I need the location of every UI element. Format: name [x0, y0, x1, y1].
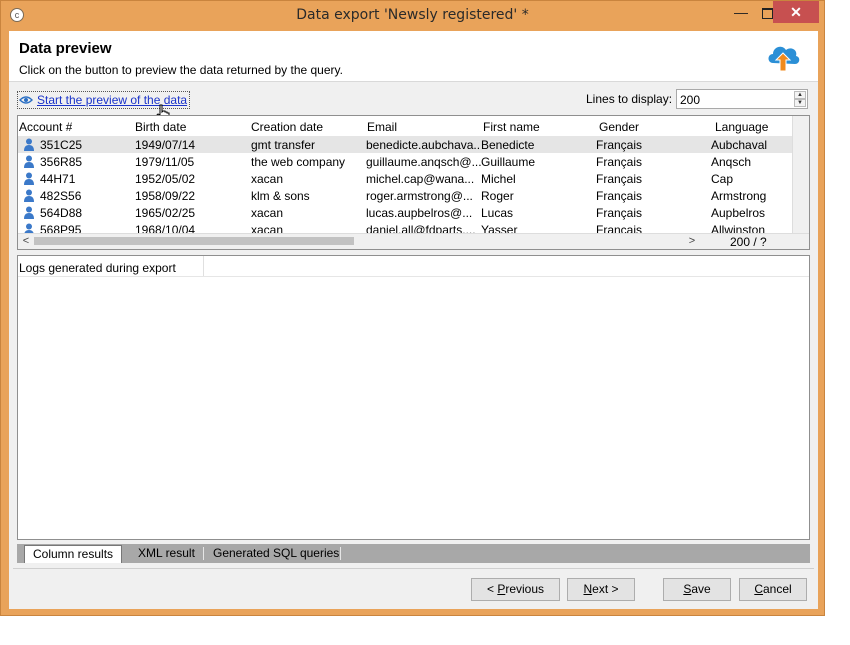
table-row[interactable]: 482S56 1958/09/22 klm & sons roger.armst…: [18, 187, 794, 204]
person-icon: [24, 189, 34, 202]
tab-separator: [203, 547, 204, 560]
next-mnemonic: N: [583, 582, 593, 596]
next-button[interactable]: Next >: [567, 578, 635, 601]
person-icon: [24, 206, 34, 219]
scroll-right-button[interactable]: >: [685, 234, 699, 249]
vertical-scrollbar[interactable]: [792, 116, 809, 234]
results-tab-bar: Column results XML result Generated SQL …: [17, 544, 810, 563]
minimize-button[interactable]: —: [728, 1, 754, 23]
export-logs-panel: Logs generated during export: [17, 255, 810, 540]
cell-birth-date: 1958/09/22: [135, 189, 196, 203]
lines-to-display-spinner[interactable]: 200 ▲ ▼: [676, 89, 808, 109]
cloud-upload-icon: [768, 46, 800, 72]
preview-grid: Account # Birth date Creation date Email…: [17, 115, 810, 250]
logs-header-divider: [203, 256, 204, 276]
maximize-icon: [761, 7, 773, 19]
lines-to-display-value[interactable]: 200: [680, 93, 700, 107]
cell-email: michel.cap@wana...: [366, 172, 475, 186]
window-title: Data export 'Newsly registered' *: [296, 7, 529, 23]
cell-gender: Français: [596, 172, 643, 186]
cancel-button[interactable]: Cancel: [739, 578, 807, 601]
lines-to-display-label: Lines to display:: [586, 92, 673, 106]
cell-email: benedicte.aubchava...: [366, 138, 481, 152]
cell-first-name: Lucas: [481, 206, 514, 220]
cell-first-name: Guillaume: [481, 155, 536, 169]
cell-account: 564D88: [40, 206, 83, 220]
cell-creation-date: klm & sons: [251, 189, 310, 203]
cell-birth-date: 1965/02/25: [135, 206, 196, 220]
page-subtitle: Click on the button to preview the data …: [19, 63, 343, 77]
cell-account: 351C25: [40, 138, 83, 152]
person-icon: [24, 172, 34, 185]
wizard-header: Data preview Click on the button to prev…: [9, 31, 818, 82]
table-row[interactable]: 351C25 1949/07/14 gmt transfer benedicte…: [18, 136, 794, 153]
save-label: ave: [691, 582, 711, 596]
cell-email: roger.armstrong@...: [366, 189, 473, 203]
cancel-label: ancel: [762, 582, 792, 596]
column-header-language[interactable]: Language: [715, 120, 768, 134]
cell-language: Aubchaval: [711, 138, 768, 152]
spin-up-button[interactable]: ▲: [794, 91, 806, 99]
cell-first-name: Michel: [481, 172, 516, 186]
column-header-account[interactable]: Account #: [19, 120, 72, 134]
cell-account: 356R85: [40, 155, 83, 169]
row-count: 200 / ?: [730, 235, 767, 249]
cell-birth-date: 1949/07/14: [135, 138, 196, 152]
cell-account: 482S56: [40, 189, 82, 203]
cell-gender: Français: [596, 138, 643, 152]
column-header-gender[interactable]: Gender: [599, 120, 639, 134]
tab-generated-sql-queries[interactable]: Generated SQL queries: [205, 546, 347, 561]
cell-gender: Français: [596, 206, 643, 220]
title-bar[interactable]: c Data export 'Newsly registered' * — ✕: [1, 1, 824, 31]
scroll-left-button[interactable]: <: [19, 234, 33, 249]
column-header-email[interactable]: Email: [367, 120, 397, 134]
column-header-birth-date[interactable]: Birth date: [135, 120, 186, 134]
next-label: ext >: [592, 582, 619, 596]
cell-creation-date: gmt transfer: [251, 138, 316, 152]
table-row[interactable]: 44H71 1952/05/02 xacan michel.cap@wana..…: [18, 170, 794, 187]
eye-icon: [19, 96, 33, 104]
previous-label: revious: [505, 582, 545, 596]
grid-header: Account # Birth date Creation date Email…: [18, 116, 794, 136]
cell-language: Armstrong: [711, 189, 767, 203]
wizard-client-area: Data preview Click on the button to prev…: [9, 31, 818, 609]
cell-language: Aupbelros: [711, 206, 766, 220]
cell-creation-date: xacan: [251, 172, 284, 186]
cancel-mnemonic: C: [754, 582, 763, 596]
person-icon: [24, 138, 34, 151]
tab-column-results[interactable]: Column results: [24, 545, 123, 563]
save-button[interactable]: Save: [663, 578, 731, 601]
cell-gender: Français: [596, 155, 643, 169]
cell-creation-date: the web company: [251, 155, 346, 169]
cell-email: guillaume.anqsch@...: [366, 155, 481, 169]
previous-button[interactable]: < Previous: [471, 578, 560, 601]
cell-email: lucas.aupbelros@...: [366, 206, 473, 220]
tab-separator: [340, 547, 341, 560]
cell-gender: Français: [596, 189, 643, 203]
cell-language: Cap: [711, 172, 734, 186]
table-row[interactable]: 564D88 1965/02/25 xacan lucas.aupbelros@…: [18, 204, 794, 221]
export-window: c Data export 'Newsly registered' * — ✕ …: [0, 0, 825, 616]
close-button[interactable]: ✕: [773, 1, 819, 23]
cell-creation-date: xacan: [251, 206, 284, 220]
column-header-creation-date[interactable]: Creation date: [251, 120, 323, 134]
cell-birth-date: 1979/11/05: [135, 155, 195, 169]
horizontal-scrollbar[interactable]: < > 200 / ?: [18, 233, 809, 249]
logs-title: Logs generated during export: [19, 261, 176, 275]
cell-language: Anqsch: [711, 155, 752, 169]
cell-first-name: Roger: [481, 189, 514, 203]
table-row[interactable]: 356R85 1979/11/05 the web company guilla…: [18, 153, 794, 170]
column-header-first-name[interactable]: First name: [483, 120, 540, 134]
cell-first-name: Benedicte: [481, 138, 535, 152]
cell-account: 44H71: [40, 172, 76, 186]
tab-xml-result[interactable]: XML result: [130, 546, 203, 561]
horizontal-scroll-thumb[interactable]: [34, 237, 354, 245]
page-title: Data preview: [19, 40, 112, 57]
cell-birth-date: 1952/05/02: [135, 172, 196, 186]
person-icon: [24, 155, 34, 168]
footer-divider: [13, 568, 814, 569]
logs-header: Logs generated during export: [18, 256, 809, 277]
spin-down-button[interactable]: ▼: [794, 99, 806, 107]
previous-prefix: <: [486, 582, 498, 596]
